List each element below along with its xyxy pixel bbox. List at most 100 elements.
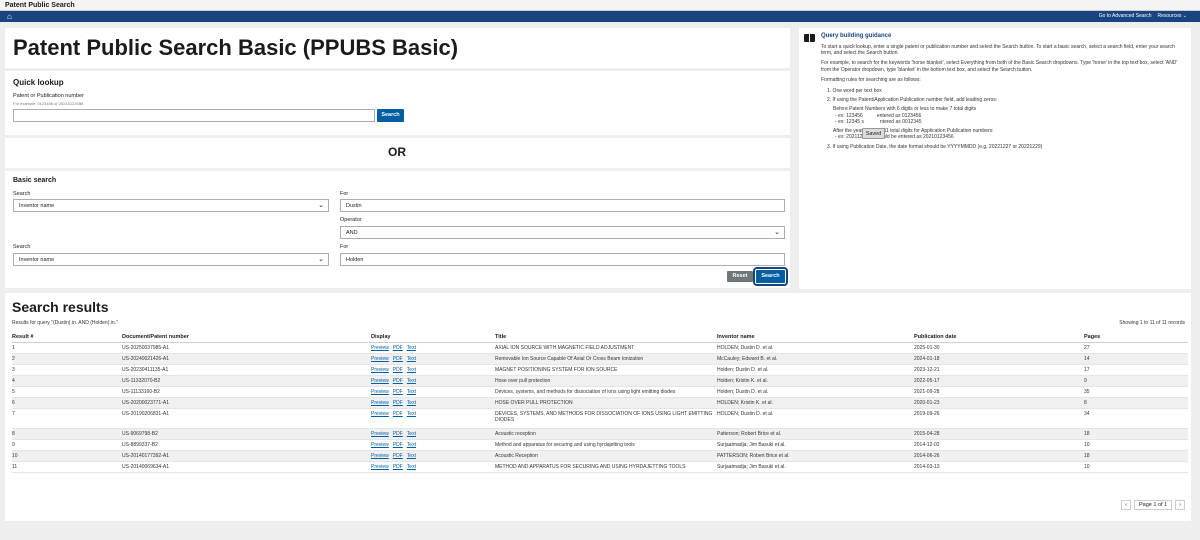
column-header[interactable]: Document/Patent number xyxy=(122,333,371,343)
preview-link[interactable]: Preview xyxy=(371,345,389,351)
preview-link[interactable]: Preview xyxy=(371,442,389,448)
column-header[interactable]: Display xyxy=(371,333,495,343)
pdf-link[interactable]: PDF xyxy=(393,464,403,470)
text-link[interactable]: Text xyxy=(407,431,416,437)
title-panel: Patent Public Search Basic (PPUBS Basic) xyxy=(5,28,790,68)
publication-date-cell: 2020-01-23 xyxy=(914,397,1084,409)
text-link[interactable]: Text xyxy=(407,453,416,459)
text-link[interactable]: Text xyxy=(407,464,416,470)
text-link[interactable]: Text xyxy=(407,411,416,417)
column-header[interactable]: Title xyxy=(495,333,717,343)
pdf-link[interactable]: PDF xyxy=(393,367,403,373)
prev-page-button[interactable]: ‹ xyxy=(1121,500,1132,510)
display-links-cell: Preview PDF Text xyxy=(371,428,495,440)
pdf-link[interactable]: PDF xyxy=(393,400,403,406)
display-links-cell: Preview PDF Text xyxy=(371,353,495,365)
preview-link[interactable]: Preview xyxy=(371,453,389,459)
home-icon[interactable]: ⌂ xyxy=(7,12,12,21)
resources-label: Resources xyxy=(1157,13,1182,19)
table-row[interactable]: 3 US-20230411135-A1 Preview PDF Text MAGNET P… xyxy=(12,364,1188,376)
pdf-link[interactable]: PDF xyxy=(393,389,403,395)
pdf-link[interactable]: PDF xyxy=(393,431,403,437)
guidance-rule-2c-text: - ex: 12345 s xyxy=(835,118,864,125)
result-number-cell: 5 xyxy=(12,386,122,398)
patent-number-input[interactable] xyxy=(13,109,375,122)
preview-link[interactable]: Preview xyxy=(371,464,389,470)
document-number-cell: US-20140177392-A1 xyxy=(122,450,371,462)
text-link[interactable]: Text xyxy=(407,356,416,362)
guidance-rule-2c-tail: ntered as 0012345 xyxy=(879,118,922,125)
pdf-link[interactable]: PDF xyxy=(393,442,403,448)
chevron-down-icon: ⌄ xyxy=(318,256,324,263)
book-icon xyxy=(804,34,815,42)
table-row[interactable]: 6 US-20200023771-A1 Preview PDF Text HOSE OVE… xyxy=(12,397,1188,409)
text-link[interactable]: Text xyxy=(407,367,416,373)
inventor-cell: Surjaatmadja; Jim Basuki et al. xyxy=(717,461,914,473)
pdf-link[interactable]: PDF xyxy=(393,345,403,351)
results-header-row: Result # Document/Patent number Display … xyxy=(12,333,1188,343)
column-header[interactable]: Publication date xyxy=(914,333,1084,343)
text-link[interactable]: Text xyxy=(407,442,416,448)
results-heading: Search results xyxy=(12,299,109,315)
table-row[interactable]: 7 US-20190206831-A1 Preview PDF Text DEVICES,… xyxy=(12,408,1188,429)
table-row[interactable]: 5 US-11133160-B2 Preview PDF Text Devices, sy… xyxy=(12,386,1188,398)
quick-search-button[interactable]: Search xyxy=(377,109,404,122)
preview-link[interactable]: Preview xyxy=(371,400,389,406)
table-row[interactable]: 10 US-20140177392-A1 Preview PDF Text Acousti… xyxy=(12,450,1188,462)
document-number-cell: US-20230411135-A1 xyxy=(122,364,371,376)
result-number-cell: 3 xyxy=(12,364,122,376)
display-links-cell: Preview PDF Text xyxy=(371,364,495,376)
inventor-cell: HOLDEN; Dustin D. et al. xyxy=(717,408,914,429)
text-link[interactable]: Text xyxy=(407,345,416,351)
basic-search-button[interactable]: Search xyxy=(753,267,788,286)
operator-select[interactable]: AND ⌄ xyxy=(340,226,785,239)
inventor-cell: McCauley; Edward B. et al. xyxy=(717,353,914,365)
chevron-down-icon: ⌄ xyxy=(318,202,324,209)
table-row[interactable]: 1 US-20250037985-A1 Preview PDF Text AXIAL IO… xyxy=(12,342,1188,354)
title-cell: AXIAL ION SOURCE WITH MAGNETIC FIELD ADJ… xyxy=(495,342,717,354)
column-header[interactable]: Result # xyxy=(12,333,122,343)
column-header[interactable]: Pages xyxy=(1084,333,1188,343)
preview-link[interactable]: Preview xyxy=(371,411,389,417)
table-row[interactable]: 11 US-20140069634-A1 Preview PDF Text METHOD … xyxy=(12,461,1188,473)
display-links-cell: Preview PDF Text xyxy=(371,342,495,354)
search-term-input-1[interactable]: Dustin xyxy=(340,199,785,212)
title-cell: Acoustic Reception xyxy=(495,450,717,462)
text-link[interactable]: Text xyxy=(407,389,416,395)
pages-cell: 27 xyxy=(1084,342,1188,354)
search-field-select-2[interactable]: Inventor name ⌄ xyxy=(13,253,329,266)
or-panel: OR xyxy=(5,138,790,168)
inventor-cell: PATTERSON; Robert Brice et al. xyxy=(717,450,914,462)
pdf-link[interactable]: PDF xyxy=(393,378,403,384)
search-term-input-2[interactable]: Holden xyxy=(340,253,785,266)
pdf-link[interactable]: PDF xyxy=(393,356,403,362)
guidance-rule-2: 2. If using the Patent/Application Publi… xyxy=(827,97,998,104)
preview-link[interactable]: Preview xyxy=(371,389,389,395)
display-links-cell: Preview PDF Text xyxy=(371,397,495,409)
search-field-select-1[interactable]: Inventor name ⌄ xyxy=(13,199,329,212)
book-spine xyxy=(809,34,810,42)
publication-date-cell: 2025-01-30 xyxy=(914,342,1084,354)
result-number-cell: 10 xyxy=(12,450,122,462)
next-page-button[interactable]: › xyxy=(1175,500,1185,510)
column-header[interactable]: Inventor name xyxy=(717,333,914,343)
preview-link[interactable]: Preview xyxy=(371,367,389,373)
text-link[interactable]: Text xyxy=(407,400,416,406)
inventor-cell: Holden; Kristin K. et al. xyxy=(717,375,914,387)
preview-link[interactable]: Preview xyxy=(371,356,389,362)
table-row[interactable]: 9 US-8899337-B2 Preview PDF Text Method and a… xyxy=(12,439,1188,451)
preview-link[interactable]: Preview xyxy=(371,378,389,384)
resources-menu[interactable]: Resources ⌄ xyxy=(1158,13,1188,19)
table-row[interactable]: 4 US-11332070-B2 Preview PDF Text Hose over p… xyxy=(12,375,1188,387)
advanced-search-link[interactable]: Go to Advanced Search xyxy=(1099,13,1152,19)
inventor-cell: Patterson; Robert Brice et al. xyxy=(717,428,914,440)
pdf-link[interactable]: PDF xyxy=(393,453,403,459)
preview-link[interactable]: Preview xyxy=(371,431,389,437)
app-window: Patent Public Search ⌂ Go to Advanced Se… xyxy=(0,0,1200,540)
table-row[interactable]: 2 US-20240021426-A1 Preview PDF Text Removabl… xyxy=(12,353,1188,365)
text-link[interactable]: Text xyxy=(407,378,416,384)
table-row[interactable]: 8 US-9069798-B2 Preview PDF Text Acoustic rec… xyxy=(12,428,1188,440)
pdf-link[interactable]: PDF xyxy=(393,411,403,417)
title-cell: DEVICES, SYSTEMS, AND METHODS FOR DISSOC… xyxy=(495,408,717,429)
reset-button[interactable]: Reset xyxy=(727,271,753,282)
